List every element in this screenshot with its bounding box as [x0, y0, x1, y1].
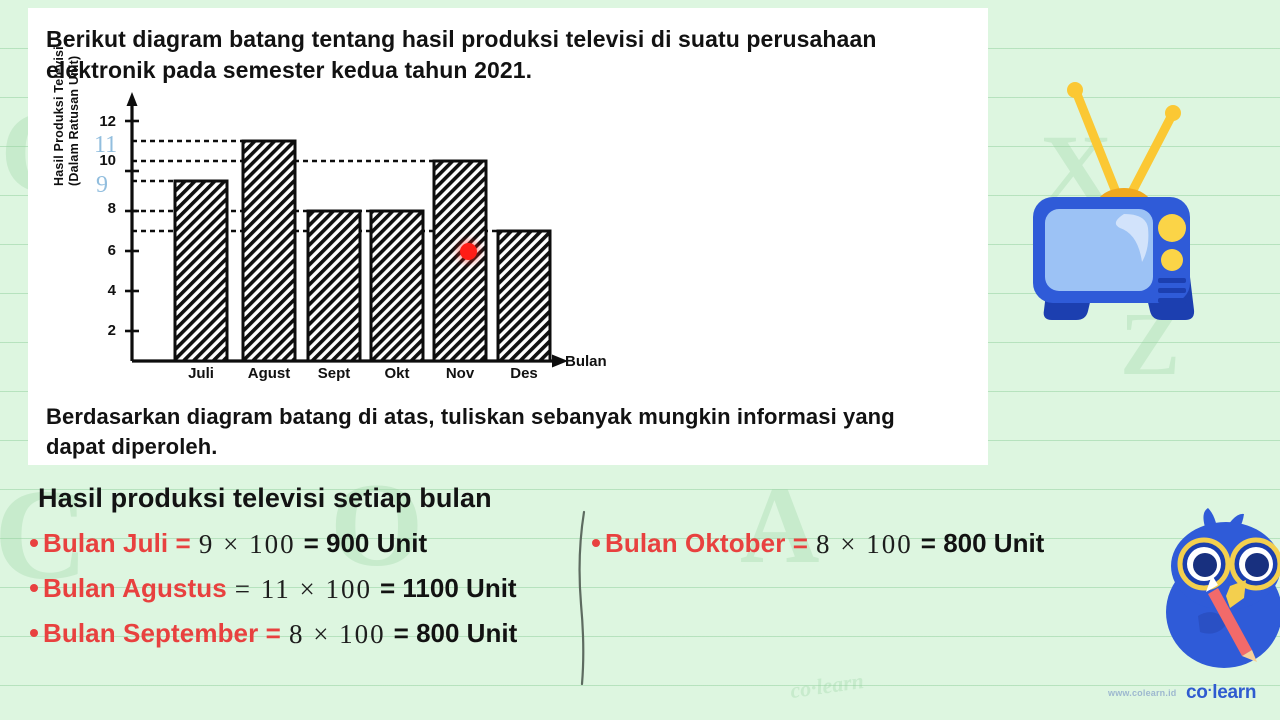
- answer-title: Hasil produksi televisi setiap bulan: [38, 483, 492, 513]
- answer-label-oktober: Bulan Oktober =: [605, 528, 809, 558]
- y-tick-2: 2: [107, 322, 116, 339]
- chart-y-axis-label: Hasil Produksi Televisi (Dalam Ratusan U…: [52, 46, 82, 186]
- bar-nov: [432, 159, 488, 363]
- answer-label-juli: Bulan Juli =: [43, 528, 191, 558]
- answer-label-september: Bulan September =: [43, 618, 281, 648]
- footer-website-url: www.colearn.id: [1108, 688, 1177, 698]
- tv-speaker-grill: [1158, 278, 1186, 303]
- x-label-agust: Agust: [247, 365, 291, 382]
- mascot-pupil-right: [1245, 553, 1269, 577]
- question-outro-line1: Berdasarkan diagram batang di atas, tuli…: [46, 404, 895, 429]
- tv-antenna-tip-right: [1165, 105, 1181, 121]
- answer-result-agustus: = 1100 Unit: [380, 573, 517, 603]
- y-tick-6: 6: [107, 242, 116, 259]
- answer-label-agustus: Bulan Agustus: [43, 573, 227, 603]
- red-cursor-dot-icon: [460, 243, 477, 260]
- logo-text-learn: learn: [1212, 682, 1257, 703]
- television-icon: [1033, 82, 1195, 320]
- question-outro-text: Berdasarkan diagram batang di atas, tuli…: [46, 402, 982, 462]
- bar-des: [496, 229, 552, 363]
- answer-row-september: Bulan September = 8 × 100 = 800 Unit: [30, 618, 517, 649]
- bar-sept: [306, 209, 362, 363]
- answer-result-september: = 800 Unit: [393, 618, 518, 648]
- logo-text-co: co: [1186, 682, 1208, 703]
- chart-bars: [173, 139, 552, 363]
- x-label-sept: Sept: [317, 365, 351, 382]
- y-axis-arrowhead: [126, 92, 138, 106]
- answer-row-agustus: Bulan Agustus = 11 × 100 = 1100 Unit: [30, 573, 517, 604]
- bar-okt: [369, 209, 425, 363]
- answer-region: Hasil produksi televisi setiap bulan Bul…: [0, 468, 1280, 720]
- colearn-logo: co·learn: [1186, 682, 1257, 704]
- tv-antenna: [1072, 89, 1176, 197]
- y-axis-label-line1: Hasil Produksi Televisi: [52, 46, 66, 186]
- question-outro-line2: dapat diperoleh.: [46, 434, 218, 459]
- x-label-okt: Okt: [384, 365, 410, 382]
- tv-knob-top: [1158, 214, 1186, 242]
- answer-result-oktober: = 800 Unit: [920, 528, 1045, 558]
- question-intro-line1: Berikut diagram batang tentang hasil pro…: [46, 26, 877, 52]
- bullet-icon: [30, 629, 38, 637]
- y-tick-8: 8: [107, 200, 116, 217]
- x-label-nov: Nov: [445, 365, 475, 382]
- bullet-icon: [592, 539, 600, 547]
- handwritten-expr-oktober: 8 × 100: [816, 529, 913, 559]
- handwritten-annotation-9: 9: [96, 172, 108, 198]
- handwritten-expr-september: 8 × 100: [288, 619, 386, 649]
- answer-result-juli: = 900 Unit: [303, 528, 428, 558]
- question-intro-line2: elektronik pada semester kedua tahun 202…: [46, 57, 533, 83]
- mascot-pupil-left: [1193, 553, 1217, 577]
- owl-mascot-icon: [1166, 508, 1280, 668]
- bar-agust: [241, 139, 297, 363]
- answer-row-juli: Bulan Juli = 9 × 100 = 900 Unit: [30, 528, 427, 559]
- y-tick-4: 4: [107, 282, 116, 299]
- logo-dot: ·: [1207, 682, 1213, 699]
- question-intro-text: Berikut diagram batang tentang hasil pro…: [46, 24, 974, 86]
- x-label-des: Des: [510, 365, 538, 382]
- x-label-juli: Juli: [188, 365, 214, 382]
- y-tick-12: 12: [99, 113, 116, 130]
- answer-row-oktober: Bulan Oktober = 8 × 100 = 800 Unit: [592, 528, 1044, 559]
- bullet-icon: [30, 584, 38, 592]
- handwritten-annotation-11: 11: [94, 132, 118, 158]
- handwritten-expr-juli: 9 × 100: [198, 529, 296, 559]
- tv-knob-bottom: [1161, 249, 1183, 271]
- tv-antenna-tip-left: [1067, 82, 1083, 98]
- handwritten-expr-agustus: = 11 × 100: [234, 574, 372, 604]
- y-axis-label-line2: (Dalam Ratusan Unit): [67, 55, 81, 186]
- bar-juli: [173, 179, 229, 363]
- bullet-icon: [30, 539, 38, 547]
- question-card: Berikut diagram batang tentang hasil pro…: [28, 8, 988, 465]
- chart-canvas: [125, 92, 568, 368]
- x-axis-label: Bulan: [565, 353, 607, 370]
- bar-chart: Hasil Produksi Televisi (Dalam Ratusan U…: [46, 46, 666, 390]
